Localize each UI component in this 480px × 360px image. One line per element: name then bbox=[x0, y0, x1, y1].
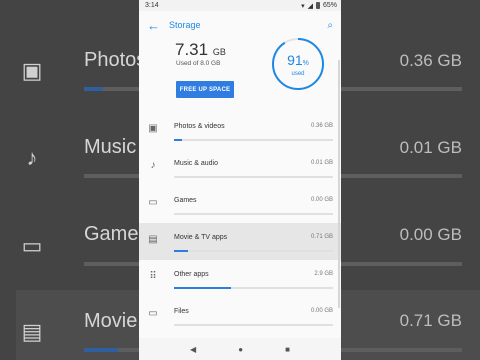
apps-grid-icon: ⠿ bbox=[149, 271, 157, 282]
gamepad-icon: ▭ bbox=[21, 233, 43, 258]
item-label: Other apps bbox=[174, 271, 209, 278]
list-item-other-apps[interactable]: ⠿ Other apps 2.9 GB bbox=[139, 260, 341, 297]
usage-caption: used bbox=[291, 71, 305, 77]
used-unit: GB bbox=[212, 47, 226, 57]
item-label: Photos & videos bbox=[174, 123, 225, 130]
video-frame: ▣ Photos 0.36 GB ♪ Music 0.01 GB ▭ Games… bbox=[0, 0, 480, 360]
item-usage-bar bbox=[174, 250, 333, 252]
item-value: 0.01 GB bbox=[310, 160, 333, 166]
item-value: 0.00 GB bbox=[310, 197, 333, 203]
background-row-value: 0.36 GB bbox=[399, 51, 462, 70]
scrollbar[interactable] bbox=[338, 60, 340, 308]
navigation-bar: ◀ ● ■ bbox=[139, 338, 341, 360]
music-note-icon: ♪ bbox=[26, 145, 38, 170]
recents-nav-icon[interactable]: ■ bbox=[285, 345, 290, 354]
signal-icon: ◢ bbox=[307, 2, 313, 10]
wifi-icon: ▾ bbox=[301, 2, 305, 10]
list-item-music-audio[interactable]: ♪ Music & audio 0.01 GB bbox=[139, 149, 341, 186]
item-label: Music & audio bbox=[174, 160, 218, 167]
status-time: 3:14 bbox=[145, 2, 159, 9]
back-nav-icon[interactable]: ◀ bbox=[190, 345, 196, 354]
list-item-photos-videos[interactable]: ▣ Photos & videos 0.36 GB bbox=[139, 112, 341, 149]
item-usage-fill bbox=[174, 287, 232, 289]
background-row-label: Movie bbox=[84, 310, 138, 332]
status-icons: ▾ ◢ 65% bbox=[301, 2, 337, 10]
item-value: 0.36 GB bbox=[310, 123, 333, 129]
list-item-games[interactable]: ▭ Games 0.00 GB bbox=[139, 186, 341, 223]
storage-summary: 7.31 GB Used of 8.0 GB FREE UP SPACE 91%… bbox=[139, 38, 341, 112]
background-row-label: Music bbox=[84, 136, 137, 158]
movie-icon: ▤ bbox=[148, 234, 158, 245]
status-bar: 3:14 ▾ ◢ 65% bbox=[139, 0, 341, 11]
used-of-total: Used of 8.0 GB bbox=[176, 60, 221, 67]
photo-icon: ▣ bbox=[21, 58, 43, 83]
usage-percent-value: 91 bbox=[287, 52, 303, 68]
item-usage-bar bbox=[174, 287, 333, 289]
search-icon[interactable]: ⌕ bbox=[327, 20, 333, 31]
item-usage-bar bbox=[174, 324, 333, 326]
list-item-movie-tv-apps[interactable]: ▤ Movie & TV apps 0.71 GB bbox=[139, 223, 341, 260]
phone-screen: 3:14 ▾ ◢ 65% ← Storage ⌕ 7.31 GB Used of… bbox=[139, 0, 341, 360]
usage-percent: 91% bbox=[269, 52, 327, 68]
item-label: Games bbox=[174, 197, 197, 204]
battery-icon bbox=[315, 2, 320, 9]
item-value: 2.9 GB bbox=[314, 271, 333, 277]
storage-category-list: ▣ Photos & videos 0.36 GB ♪ Music & audi… bbox=[139, 112, 341, 334]
back-arrow-icon[interactable]: ← bbox=[147, 18, 165, 33]
item-usage-fill bbox=[174, 139, 182, 141]
photo-icon: ▣ bbox=[148, 123, 158, 134]
background-row-value: 0.01 GB bbox=[399, 138, 462, 157]
battery-percent: 65% bbox=[322, 2, 337, 9]
home-nav-icon[interactable]: ● bbox=[238, 345, 243, 354]
music-note-icon: ♪ bbox=[150, 160, 156, 171]
usage-percent-symbol: % bbox=[302, 60, 309, 67]
item-usage-bar bbox=[174, 139, 333, 141]
used-amount: 7.31 GB bbox=[175, 40, 226, 60]
item-label: Files bbox=[174, 308, 189, 315]
item-label: Movie & TV apps bbox=[174, 234, 228, 241]
item-usage-bar bbox=[174, 176, 333, 178]
background-row-value: 0.00 GB bbox=[399, 225, 462, 244]
background-row-label: Photos bbox=[84, 49, 147, 71]
gamepad-icon: ▭ bbox=[148, 197, 158, 208]
free-up-space-button[interactable]: FREE UP SPACE bbox=[176, 81, 234, 98]
item-usage-bar bbox=[174, 213, 333, 215]
item-usage-fill bbox=[174, 250, 189, 252]
item-value: 0.00 GB bbox=[310, 308, 333, 314]
item-value: 0.71 GB bbox=[310, 234, 333, 240]
used-value: 7.31 bbox=[175, 40, 209, 59]
movie-icon: ▤ bbox=[21, 319, 43, 344]
list-item-files[interactable]: ▭ Files 0.00 GB bbox=[139, 297, 341, 334]
folder-icon: ▭ bbox=[148, 308, 158, 319]
background-row-value: 0.71 GB bbox=[399, 311, 462, 330]
page-title: Storage bbox=[169, 20, 201, 30]
